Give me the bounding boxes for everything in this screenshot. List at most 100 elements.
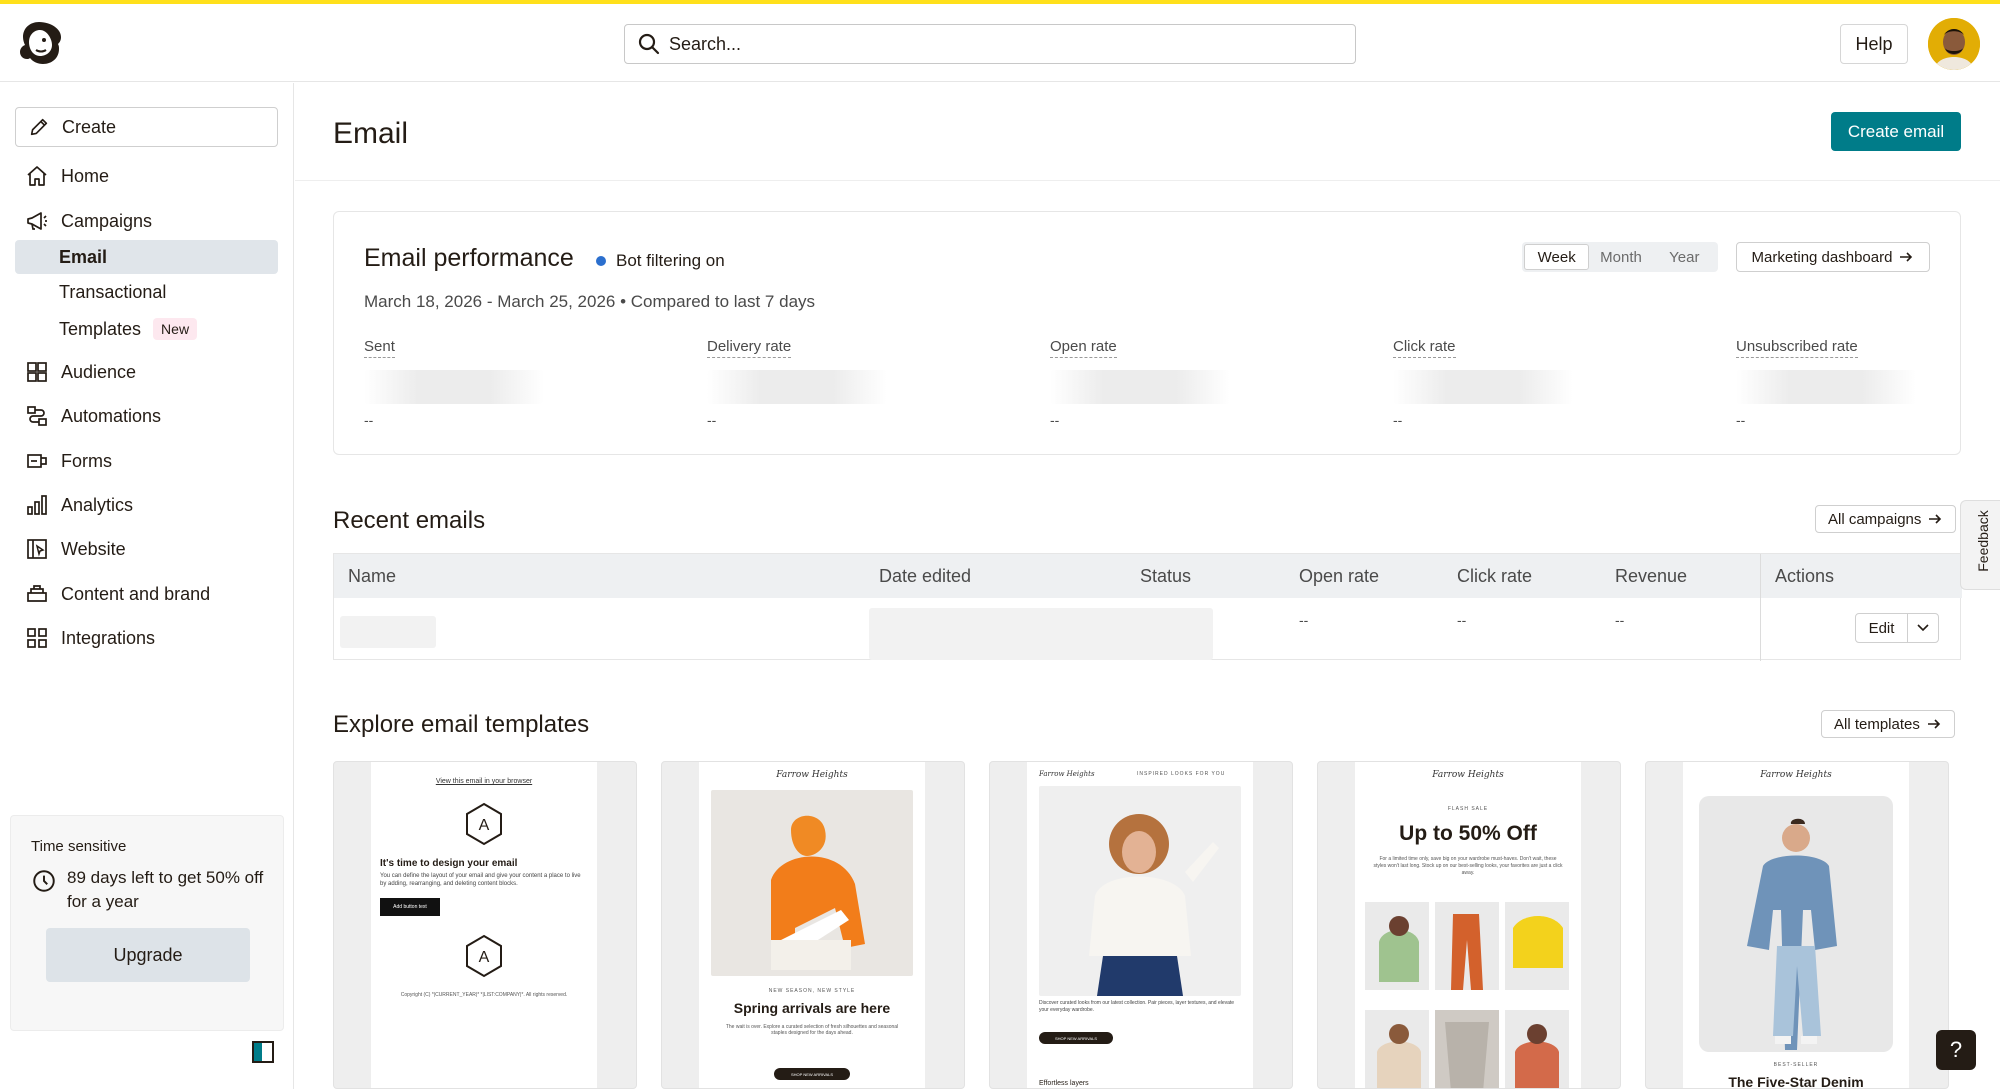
period-year[interactable]: Year — [1653, 244, 1716, 270]
model-photo — [1039, 786, 1241, 996]
model-photo — [1699, 796, 1893, 1052]
user-avatar-icon — [1928, 18, 1980, 70]
create-label: Create — [62, 116, 117, 137]
promo-heading: Time sensitive — [31, 838, 127, 855]
col-status: Status — [1140, 565, 1192, 586]
table-header: Name Date edited Status Open rate Click … — [334, 554, 1962, 598]
arrow-right-icon — [1929, 514, 1942, 524]
header-divider — [295, 180, 2000, 181]
promo-message: 89 days left to get 50% off for a year — [31, 866, 271, 914]
template-preview: Farrow Heights BEST-SELLER The Five-Star… — [1683, 762, 1909, 1088]
marketing-dashboard-button[interactable]: Marketing dashboard — [1736, 242, 1930, 272]
upgrade-promo: Time sensitive 89 days left to get 50% o… — [10, 815, 284, 1031]
help-fab-button[interactable]: ? — [1936, 1030, 1976, 1070]
page-title: Email — [333, 117, 409, 150]
product-grid-image — [1365, 902, 1569, 1088]
loading-placeholder — [1736, 370, 1916, 404]
megaphone-icon — [27, 212, 47, 230]
date-range: March 18, 2026 - March 25, 2026 • Compar… — [364, 292, 816, 311]
sidebar-subitem-email[interactable]: Email — [15, 240, 278, 274]
template-card-basic[interactable]: View this email in your browser A It's t… — [333, 761, 637, 1089]
top-bar: Help — [0, 4, 2000, 82]
search-bar[interactable] — [624, 24, 1356, 64]
sidebar-item-campaigns[interactable]: Campaigns — [15, 204, 278, 238]
performance-title: Email performance — [364, 244, 574, 272]
content-icon — [27, 585, 47, 602]
home-icon — [27, 166, 47, 186]
mailchimp-logo-icon[interactable] — [14, 18, 64, 68]
template-card-five-star-denim[interactable]: Farrow Heights BEST-SELLER The Five-Star… — [1645, 761, 1949, 1089]
bar-chart-icon — [27, 495, 47, 515]
avatar[interactable] — [1928, 18, 1980, 70]
metric-unsubscribed-rate: Unsubscribed rate -- — [1736, 338, 2000, 428]
clock-icon — [33, 870, 55, 892]
audience-icon — [27, 362, 47, 382]
all-campaigns-button[interactable]: All campaigns — [1815, 505, 1957, 533]
sidebar-item-automations[interactable]: Automations — [15, 399, 278, 433]
sidebar: Create Home Campaigns Email Transactiona… — [0, 83, 294, 1089]
question-mark-icon: ? — [1949, 1037, 1963, 1062]
arrow-right-icon — [1900, 252, 1913, 262]
sidebar-item-content-and-brand[interactable]: Content and brand — [15, 577, 278, 611]
col-date-edited: Date edited — [879, 565, 972, 586]
template-card-spring[interactable]: Farrow Heights NEW SEASON, NEW STYLE Spr… — [661, 761, 965, 1089]
sidebar-item-forms[interactable]: Forms — [15, 444, 278, 478]
upgrade-button[interactable]: Upgrade — [46, 928, 250, 982]
search-input[interactable] — [669, 33, 1309, 55]
metric-delivery-rate: Delivery rate -- — [707, 338, 1027, 428]
col-name: Name — [348, 565, 397, 586]
metric-sent: Sent -- — [364, 338, 684, 428]
main-content: Email Create email Email performance Bot… — [295, 83, 2000, 1089]
period-week[interactable]: Week — [1524, 244, 1590, 270]
col-revenue: Revenue — [1615, 565, 1688, 586]
template-card-inspired-looks[interactable]: Farrow Heights INSPIRED LOOKS FOR YOU Di… — [989, 761, 1293, 1089]
website-icon — [27, 539, 47, 559]
sidebar-subitem-templates[interactable]: Templates New — [15, 312, 278, 346]
row-revenue: -- — [1615, 612, 1625, 628]
period-month[interactable]: Month — [1589, 244, 1652, 270]
all-templates-button[interactable]: All templates — [1821, 710, 1955, 738]
email-performance-card: Email performance Bot filtering on March… — [333, 211, 1961, 455]
placeholder-logo-icon: A — [466, 802, 502, 846]
recent-emails-table: Name Date edited Status Open rate Click … — [333, 553, 1962, 661]
loading-placeholder — [1050, 370, 1230, 404]
automations-icon — [27, 406, 47, 426]
new-badge: New — [153, 318, 198, 340]
chevron-down-icon — [1917, 624, 1929, 632]
search-icon — [638, 33, 660, 55]
model-photo — [711, 790, 913, 976]
create-button[interactable]: Create — [15, 107, 278, 147]
actions-dropdown-button[interactable] — [1908, 614, 1938, 642]
template-preview: Farrow Heights INSPIRED LOOKS FOR YOU Di… — [1027, 762, 1253, 1088]
col-click-rate: Click rate — [1457, 565, 1533, 586]
sidebar-item-integrations[interactable]: Integrations — [15, 621, 278, 655]
forms-icon — [27, 454, 47, 468]
loading-placeholder — [340, 616, 436, 648]
explore-templates-title: Explore email templates — [333, 711, 590, 738]
template-preview: View this email in your browser A It's t… — [371, 762, 597, 1088]
svg-text:A: A — [479, 949, 490, 966]
bot-filter-status[interactable]: Bot filtering on — [596, 251, 725, 271]
help-button[interactable]: Help — [1840, 24, 1908, 64]
sidebar-collapse-icon[interactable] — [252, 1041, 274, 1063]
actions-column: Actions — [1760, 554, 1962, 661]
sidebar-subitem-transactional[interactable]: Transactional — [15, 275, 278, 309]
svg-text:A: A — [479, 817, 490, 834]
edit-button[interactable]: Edit — [1856, 614, 1908, 642]
pencil-icon — [30, 118, 48, 136]
col-actions: Actions — [1775, 554, 1962, 598]
sidebar-item-website[interactable]: Website — [15, 532, 278, 566]
create-email-button[interactable]: Create email — [1831, 112, 1961, 151]
grid-icon — [27, 628, 47, 648]
status-dot-icon — [596, 256, 606, 266]
sidebar-item-audience[interactable]: Audience — [15, 355, 278, 389]
row-actions: Edit — [1855, 613, 1939, 643]
template-card-flash-sale[interactable]: Farrow Heights FLASH SALE Up to 50% Off … — [1317, 761, 1621, 1089]
feedback-tab[interactable]: Feedback — [1960, 500, 2000, 590]
metric-open-rate: Open rate -- — [1050, 338, 1370, 428]
loading-placeholder — [707, 370, 887, 404]
template-preview: Farrow Heights FLASH SALE Up to 50% Off … — [1355, 762, 1581, 1088]
metric-click-rate: Click rate -- — [1393, 338, 1713, 428]
sidebar-item-analytics[interactable]: Analytics — [15, 488, 278, 522]
sidebar-item-home[interactable]: Home — [15, 159, 278, 193]
